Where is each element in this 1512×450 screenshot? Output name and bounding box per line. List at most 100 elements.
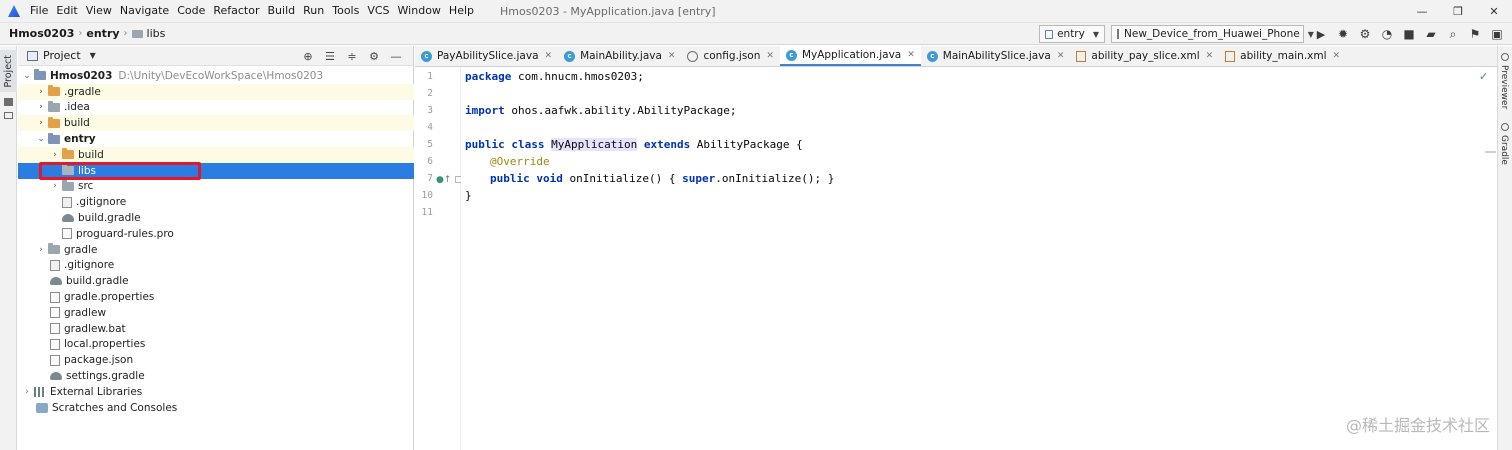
tree-item-src[interactable]: › src xyxy=(18,179,414,195)
menu-view[interactable]: View xyxy=(82,0,116,22)
tree-item-scratches[interactable]: Scratches and Consoles xyxy=(18,400,414,416)
device-select-value: New_Device_from_Huawei_Phone xyxy=(1124,28,1300,40)
expand-all-icon[interactable]: ☰ xyxy=(319,50,341,63)
chevron-down-icon[interactable]: ⌄ xyxy=(36,134,46,144)
hide-icon[interactable]: — xyxy=(385,50,407,63)
watermark: @稀土掘金技术社区 xyxy=(1345,416,1490,435)
chevron-right-icon[interactable]: › xyxy=(36,87,46,97)
tab-my-application[interactable]: c MyApplication.java ✕ xyxy=(779,46,921,66)
chevron-right-icon[interactable]: › xyxy=(22,387,32,397)
chevron-right-icon[interactable]: › xyxy=(36,118,46,128)
stop-icon[interactable]: ■ xyxy=(1398,24,1420,44)
tree-item-build-gradle[interactable]: build.gradle xyxy=(18,273,414,289)
tree-item-build[interactable]: › build xyxy=(18,115,414,132)
scrollbar-marker[interactable] xyxy=(1485,151,1496,153)
tree-item-entry-build[interactable]: › build xyxy=(18,146,414,163)
tree-item-dot-gradle[interactable]: › .gradle xyxy=(18,83,414,100)
tab-main-ability[interactable]: c MainAbility.java ✕ xyxy=(558,46,681,66)
profile-icon[interactable]: ◔ xyxy=(1376,24,1398,44)
tree-item-entry-gitignore[interactable]: .gitignore xyxy=(18,194,414,210)
text-file-icon xyxy=(50,307,60,319)
tab-main-ability-slice[interactable]: c MainAbilitySlice.java ✕ xyxy=(921,46,1071,66)
attach-debugger-icon[interactable]: ⚙ xyxy=(1354,24,1376,44)
breadcrumb-folder[interactable]: libs xyxy=(129,27,169,40)
inspection-ok-icon[interactable]: ✓ xyxy=(1479,70,1488,83)
minimize-button[interactable]: — xyxy=(1404,0,1440,22)
breadcrumb-module[interactable]: entry xyxy=(83,27,122,40)
tree-item-gradlew[interactable]: gradlew xyxy=(18,305,414,321)
code-keyword: import xyxy=(465,104,505,117)
folder-icon xyxy=(48,116,60,128)
chevron-down-icon[interactable]: ⌄ xyxy=(22,71,32,81)
chevron-right-icon[interactable]: › xyxy=(36,102,46,112)
override-marker-icon[interactable]: ●↑ xyxy=(436,175,451,185)
restore-button[interactable]: ❐ xyxy=(1440,0,1476,22)
json-file-icon xyxy=(50,354,60,366)
tab-label: config.json xyxy=(703,50,761,62)
close-icon[interactable]: ✕ xyxy=(1206,51,1214,61)
chevron-right-icon[interactable]: › xyxy=(50,150,60,160)
close-button[interactable]: ✕ xyxy=(1476,0,1512,22)
tree-item-gradle-properties[interactable]: gradle.properties xyxy=(18,289,414,305)
menu-file[interactable]: File xyxy=(26,0,52,22)
code-editor[interactable]: package com.hnucm.hmos0203; import ohos.… xyxy=(461,67,1497,450)
locate-icon[interactable]: ⊕ xyxy=(297,50,319,63)
tree-item-gradle-folder[interactable]: › gradle xyxy=(18,242,414,258)
hidden-icon[interactable]: ▣ xyxy=(1486,24,1508,44)
close-icon[interactable]: ✕ xyxy=(1057,51,1065,61)
close-icon[interactable]: ✕ xyxy=(907,50,915,60)
gear-icon[interactable]: ⚙ xyxy=(363,50,385,63)
menu-run[interactable]: Run xyxy=(299,0,328,22)
menu-window[interactable]: Window xyxy=(394,0,445,22)
tree-item-external-libraries[interactable]: › External Libraries xyxy=(18,384,414,400)
close-icon[interactable]: ✕ xyxy=(1333,51,1341,61)
close-icon[interactable]: ✕ xyxy=(668,51,676,61)
tree-item-local-properties[interactable]: local.properties xyxy=(18,337,414,353)
menu-vcs[interactable]: VCS xyxy=(363,0,393,22)
tree-item-gradlew-bat[interactable]: gradlew.bat xyxy=(18,321,414,337)
favorites-icon[interactable] xyxy=(4,112,13,119)
previewer-tool-tab[interactable]: Previewer xyxy=(1499,65,1509,109)
menu-build[interactable]: Build xyxy=(264,0,300,22)
breadcrumb-project[interactable]: Hmos0203 xyxy=(6,27,77,40)
menu-help[interactable]: Help xyxy=(445,0,478,22)
debug-icon[interactable]: ✹ xyxy=(1332,24,1354,44)
tab-config-json[interactable]: config.json ✕ xyxy=(681,46,779,66)
tree-item-hmos0203[interactable]: ⌄ Hmos0203 D:\Unity\DevEcoWorkSpace\Hmos… xyxy=(18,68,414,84)
tree-item-label: build.gradle xyxy=(78,212,141,225)
code-keyword: package xyxy=(465,70,512,83)
run-icon[interactable]: ▶ xyxy=(1310,24,1332,44)
structure-icon[interactable] xyxy=(4,98,13,106)
tree-item-gitignore[interactable]: .gitignore xyxy=(18,258,414,274)
menu-refactor[interactable]: Refactor xyxy=(209,0,263,22)
module-select[interactable]: entry ▼ xyxy=(1039,25,1105,43)
gradle-tool-tab[interactable]: Gradle xyxy=(1499,135,1509,165)
chevron-right-icon[interactable]: › xyxy=(50,181,60,191)
tree-item-proguard[interactable]: proguard-rules.pro xyxy=(18,226,414,242)
tree-item-package-json[interactable]: package.json xyxy=(18,352,414,368)
tab-ability-main-xml[interactable]: ability_main.xml ✕ xyxy=(1219,46,1346,66)
search-icon[interactable]: ⌕ xyxy=(1442,24,1464,44)
chevron-down-icon[interactable]: ▼ xyxy=(90,51,96,60)
close-icon[interactable]: ✕ xyxy=(766,51,774,61)
menu-tools[interactable]: Tools xyxy=(328,0,363,22)
line-number: 10 xyxy=(421,190,433,201)
menu-code[interactable]: Code xyxy=(173,0,209,22)
menu-navigate[interactable]: Navigate xyxy=(116,0,173,22)
menu-edit[interactable]: Edit xyxy=(52,0,81,22)
project-tool-tab[interactable]: Project xyxy=(0,50,17,92)
tree-item-entry[interactable]: ⌄ entry xyxy=(18,131,414,147)
tree-item-idea[interactable]: › .idea xyxy=(18,100,414,116)
build-icon[interactable]: ⚑ xyxy=(1464,24,1486,44)
project-panel-title[interactable]: Project xyxy=(43,49,81,62)
tab-pay-ability-slice[interactable]: c PayAbilitySlice.java ✕ xyxy=(415,46,558,66)
device-select[interactable]: New_Device_from_Huawei_Phone ▼ xyxy=(1111,25,1314,43)
tab-label: PayAbilitySlice.java xyxy=(437,50,539,62)
close-icon[interactable]: ✕ xyxy=(545,51,553,61)
chevron-right-icon[interactable]: › xyxy=(36,245,46,255)
project-structure-icon[interactable]: ▰ xyxy=(1420,24,1442,44)
collapse-all-icon[interactable]: ≑ xyxy=(341,50,363,63)
tab-ability-pay-slice-xml[interactable]: ability_pay_slice.xml ✕ xyxy=(1070,46,1219,66)
tree-item-settings-gradle[interactable]: settings.gradle xyxy=(18,368,414,384)
tree-item-entry-build-gradle[interactable]: build.gradle xyxy=(18,210,414,226)
